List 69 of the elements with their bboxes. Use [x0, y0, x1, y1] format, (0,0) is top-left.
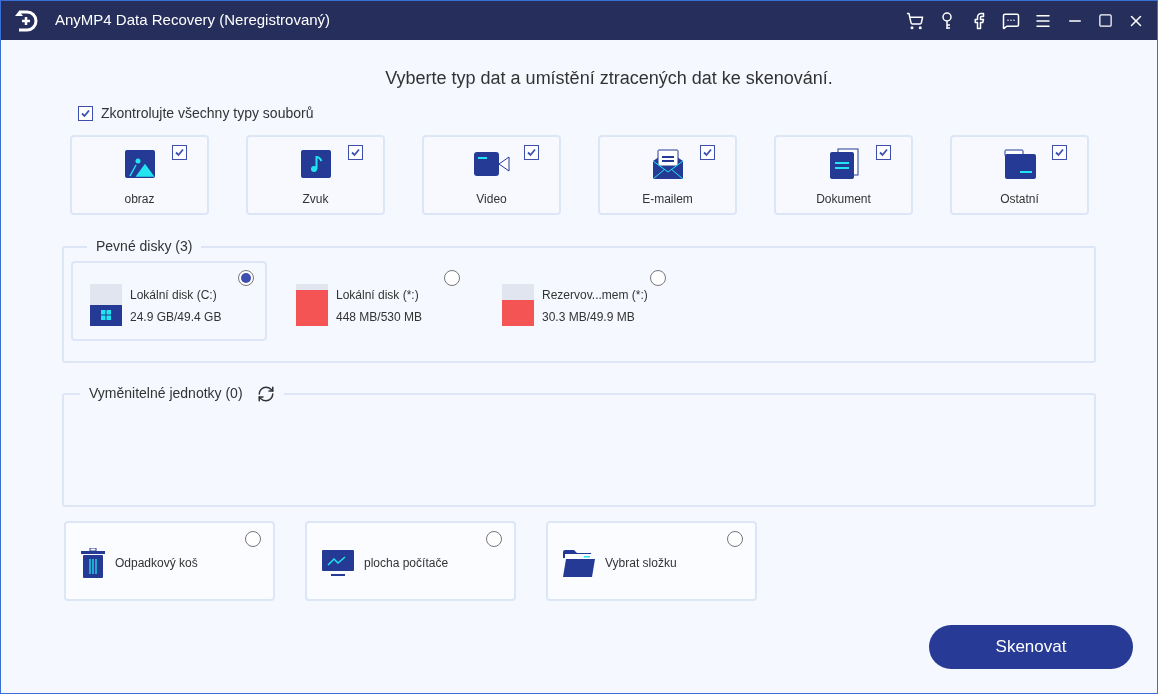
disk-size: 24.9 GB/49.4 GB	[130, 308, 222, 326]
radio-button[interactable]	[650, 270, 666, 286]
disk-size: 448 MB/530 MB	[336, 308, 423, 326]
checkbox[interactable]	[524, 145, 539, 160]
file-type-label: Video	[476, 191, 507, 208]
disk-name: Rezervov...mem (*:)	[542, 286, 648, 304]
page-heading: Vyberte typ dat a umístění ztracených dat ke skenování.	[384, 67, 834, 90]
file-type-card[interactable]: Video	[422, 135, 561, 215]
checkmark-icon	[702, 147, 713, 158]
radio-button[interactable]	[727, 531, 743, 547]
envelope-icon	[651, 148, 684, 180]
checkbox[interactable]	[700, 145, 715, 160]
checkbox[interactable]	[172, 145, 187, 160]
file-type-card[interactable]: Zvuk	[246, 135, 385, 215]
disk-item[interactable]: Lokální disk (*:) 448 MB/530 MB	[277, 261, 473, 341]
file-type-label: E-mailem	[642, 191, 693, 208]
location-label: Vybrat složku	[605, 555, 677, 572]
folder-icon	[1003, 149, 1036, 179]
disk-size: 30.3 MB/49.9 MB	[542, 308, 636, 326]
checkmark-icon	[350, 147, 361, 158]
disk-usage-bar	[296, 283, 328, 326]
file-type-label: Zvuk	[302, 191, 329, 208]
checkbox[interactable]	[1052, 145, 1067, 160]
chat-icon[interactable]	[1002, 11, 1020, 30]
window-title: AnyMP4 Data Recovery (Neregistrovaný)	[55, 10, 331, 31]
checkmark-icon	[80, 108, 91, 119]
scan-button[interactable]: Skenovat	[929, 625, 1133, 669]
disk-item[interactable]: Lokální disk (C:) 24.9 GB/49.4 GB	[71, 261, 267, 341]
maximize-icon[interactable]	[1098, 13, 1113, 28]
file-type-label: obraz	[124, 191, 155, 208]
windows-logo-icon	[101, 310, 111, 320]
radio-button[interactable]	[486, 531, 502, 547]
checkmark-icon	[878, 147, 889, 158]
trash-icon	[81, 548, 105, 578]
location-card[interactable]: Vybrat složku	[546, 521, 757, 601]
disk-usage-bar	[502, 283, 534, 326]
radio-button[interactable]	[238, 270, 254, 286]
refresh-icon[interactable]	[256, 384, 275, 403]
location-card[interactable]: Odpadkový koš	[64, 521, 275, 601]
video-camera-icon	[473, 152, 510, 176]
radio-button[interactable]	[245, 531, 261, 547]
music-note-icon	[300, 150, 331, 178]
disk-name: Lokální disk (C:)	[130, 286, 218, 304]
checkmark-icon	[526, 147, 537, 158]
file-type-card[interactable]: Dokument	[774, 135, 913, 215]
checkbox[interactable]	[348, 145, 363, 160]
folder-icon	[563, 549, 595, 577]
checkbox-label: Zkontrolujte všechny typy souborů	[101, 104, 314, 123]
checkmark-icon	[1054, 147, 1065, 158]
file-type-label: Ostatní	[1000, 191, 1039, 208]
location-label: Odpadkový koš	[115, 555, 198, 572]
monitor-icon	[322, 550, 354, 576]
section-title: Pevné disky (3)	[95, 237, 194, 256]
location-label: plocha počítače	[364, 555, 449, 572]
location-card[interactable]: plocha počítače	[305, 521, 516, 601]
file-type-label: Dokument	[816, 191, 871, 208]
image-icon	[124, 150, 155, 178]
section-title: Vyměnitelné jednotky (0)	[89, 384, 243, 403]
file-type-card[interactable]: E-mailem	[598, 135, 737, 215]
disk-name: Lokální disk (*:)	[336, 286, 420, 304]
file-type-card[interactable]: Ostatní	[950, 135, 1089, 215]
radio-button[interactable]	[444, 270, 460, 286]
file-type-card[interactable]: obraz	[70, 135, 209, 215]
document-icon	[828, 148, 859, 180]
checkbox[interactable]	[78, 106, 93, 121]
disk-item[interactable]: Rezervov...mem (*:) 30.3 MB/49.9 MB	[483, 261, 679, 341]
cart-icon[interactable]	[906, 11, 924, 30]
checkmark-icon	[174, 147, 185, 158]
checkbox[interactable]	[876, 145, 891, 160]
